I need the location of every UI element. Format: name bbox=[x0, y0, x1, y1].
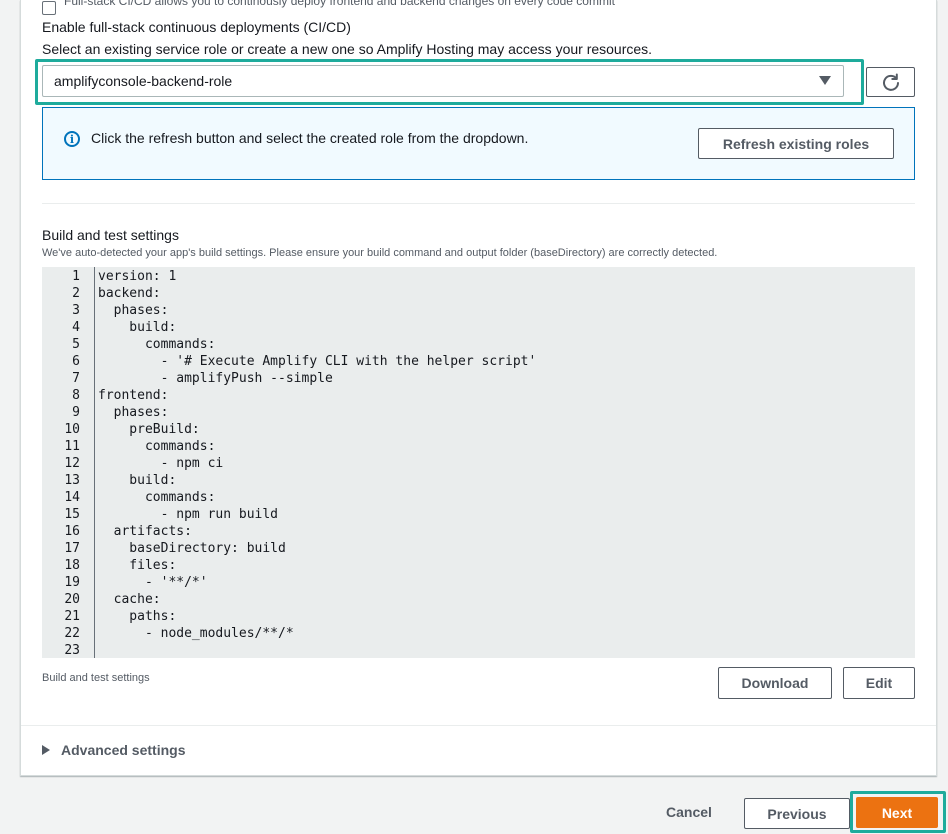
line-number: 4 bbox=[72, 320, 80, 335]
cicd-checkbox-text: Full-stack CI/CD allows you to continous… bbox=[64, 0, 615, 8]
code-line: baseDirectory: build bbox=[98, 541, 286, 556]
code-line: files: bbox=[98, 558, 177, 573]
line-number: 22 bbox=[64, 626, 80, 641]
line-number: 23 bbox=[64, 643, 80, 658]
cicd-checkbox[interactable] bbox=[42, 1, 56, 15]
line-number: 13 bbox=[64, 473, 80, 488]
previous-button[interactable]: Previous bbox=[744, 798, 850, 829]
code-line: - '# Execute Amplify CLI with the helper… bbox=[98, 354, 537, 369]
edit-button[interactable]: Edit bbox=[843, 667, 915, 699]
line-number: 5 bbox=[72, 337, 80, 352]
code-line: cache: bbox=[98, 592, 161, 607]
build-settings-description: We've auto-detected your app's build set… bbox=[42, 247, 718, 259]
refresh-roles-icon-button[interactable] bbox=[866, 67, 915, 97]
line-number: 10 bbox=[64, 422, 80, 437]
caret-right-icon bbox=[42, 745, 50, 755]
build-spec-editor[interactable]: 1 2 3 4 5 6 7 8 9 10 11 12 13 14 15 16 17 18 19 20 21 22 23 ve… bbox=[42, 267, 915, 658]
code-line: build: bbox=[98, 473, 177, 488]
code-line: phases: bbox=[98, 303, 169, 318]
build-settings-caption: Build and test settings bbox=[42, 672, 150, 684]
section-divider bbox=[21, 725, 936, 726]
code-line: commands: bbox=[98, 490, 216, 505]
gutter-divider bbox=[94, 267, 95, 658]
code-line: build: bbox=[98, 320, 177, 335]
line-number: 6 bbox=[72, 354, 80, 369]
code-line: backend: bbox=[98, 286, 161, 301]
section-divider bbox=[42, 203, 915, 204]
next-button[interactable]: Next bbox=[856, 797, 938, 828]
line-number: 20 bbox=[64, 592, 80, 607]
advanced-settings-label: Advanced settings bbox=[61, 742, 186, 758]
download-button[interactable]: Download bbox=[718, 667, 832, 699]
code-line: commands: bbox=[98, 439, 216, 454]
service-role-value: amplifyconsole-backend-role bbox=[54, 73, 233, 89]
cancel-button[interactable]: Cancel bbox=[666, 804, 712, 820]
line-number: 21 bbox=[64, 609, 80, 624]
code-line: phases: bbox=[98, 405, 169, 420]
line-number: 15 bbox=[64, 507, 80, 522]
line-number: 18 bbox=[64, 558, 80, 573]
line-number: 14 bbox=[64, 490, 80, 505]
line-number: 11 bbox=[64, 439, 80, 454]
code-line: commands: bbox=[98, 337, 216, 352]
code-line: - node_modules/**/* bbox=[98, 626, 294, 641]
refresh-existing-roles-button[interactable]: Refresh existing roles bbox=[698, 128, 894, 159]
caret-down-icon bbox=[819, 76, 831, 85]
info-alert: i Click the refresh button and select th… bbox=[42, 107, 915, 180]
cicd-checkbox-row: Full-stack CI/CD allows you to continous… bbox=[42, 0, 615, 15]
line-number: 19 bbox=[64, 575, 80, 590]
cicd-label: Enable full-stack continuous deployments… bbox=[42, 19, 351, 35]
line-number: 12 bbox=[64, 456, 80, 471]
code-line: - amplifyPush --simple bbox=[98, 371, 333, 386]
build-settings-title: Build and test settings bbox=[42, 227, 179, 243]
code-line: - '**/*' bbox=[98, 575, 208, 590]
code-line: artifacts: bbox=[98, 524, 192, 539]
line-number: 1 bbox=[72, 269, 80, 284]
info-alert-message: Click the refresh button and select the … bbox=[91, 130, 529, 146]
code-line: - npm ci bbox=[98, 456, 224, 471]
code-line: - npm run build bbox=[98, 507, 279, 522]
line-number: 7 bbox=[72, 371, 80, 386]
line-number: 9 bbox=[72, 405, 80, 420]
code-line: frontend: bbox=[98, 388, 169, 403]
editor-gutter: 1 2 3 4 5 6 7 8 9 10 11 12 13 14 15 16 17 18 19 20 21 22 23 bbox=[42, 267, 94, 658]
line-number: 2 bbox=[72, 286, 80, 301]
line-number: 17 bbox=[64, 541, 80, 556]
advanced-settings-toggle[interactable]: Advanced settings bbox=[42, 742, 185, 758]
cicd-description: Select an existing service role or creat… bbox=[42, 41, 653, 57]
line-number: 3 bbox=[72, 303, 80, 318]
code-line: paths: bbox=[98, 609, 177, 624]
code-line: preBuild: bbox=[98, 422, 200, 437]
info-icon: i bbox=[64, 131, 80, 147]
refresh-icon bbox=[882, 73, 899, 91]
line-number: 16 bbox=[64, 524, 80, 539]
code-line: version: 1 bbox=[98, 269, 177, 284]
service-role-select[interactable]: amplifyconsole-backend-role bbox=[42, 65, 844, 97]
line-number: 8 bbox=[72, 388, 80, 403]
